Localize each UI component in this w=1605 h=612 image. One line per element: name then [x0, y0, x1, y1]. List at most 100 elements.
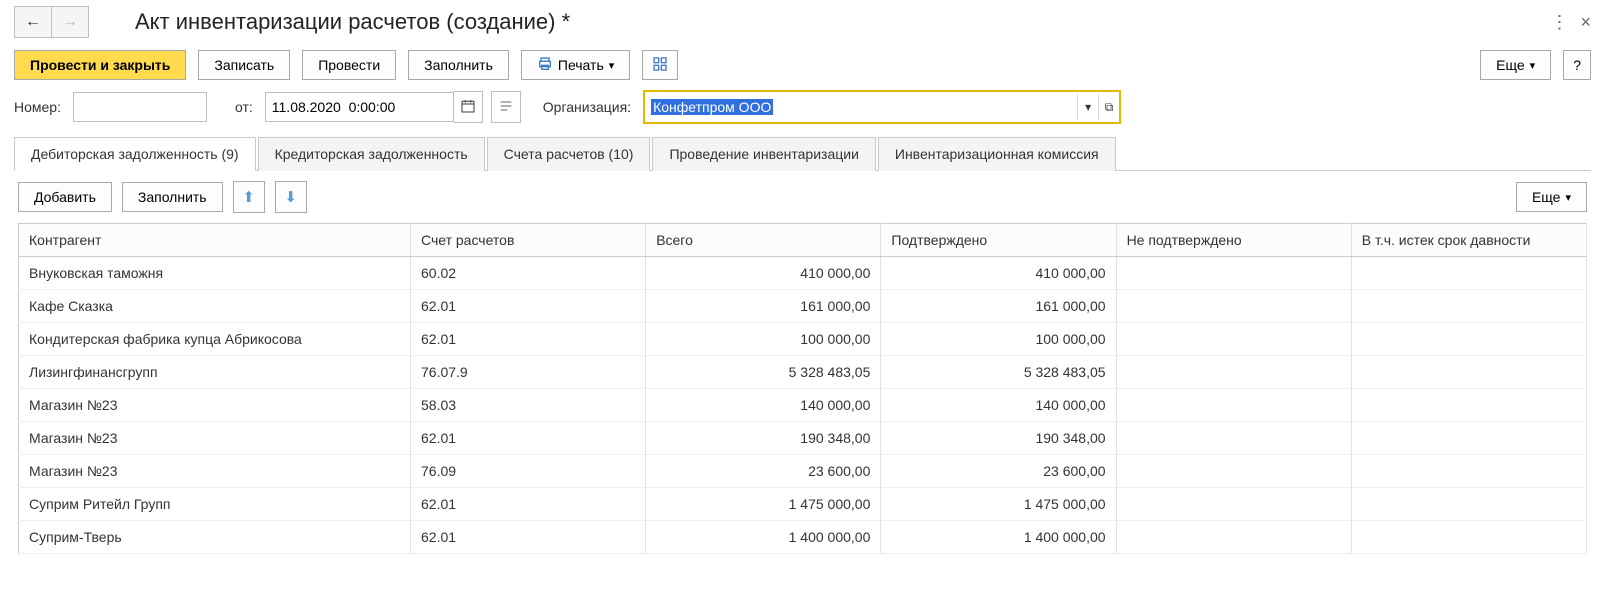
table-cell[interactable]: 161 000,00: [646, 290, 881, 323]
table-cell[interactable]: 1 400 000,00: [881, 521, 1116, 554]
table-cell[interactable]: [1351, 323, 1586, 356]
table-cell[interactable]: 161 000,00: [881, 290, 1116, 323]
table-cell[interactable]: [1116, 488, 1351, 521]
table-cell[interactable]: [1116, 356, 1351, 389]
table-cell[interactable]: [1116, 521, 1351, 554]
organization-input[interactable]: [645, 94, 1077, 120]
table-row[interactable]: Магазин №2362.01190 348,00190 348,00: [19, 422, 1587, 455]
structure-button[interactable]: [642, 50, 678, 80]
table-cell[interactable]: [1351, 422, 1586, 455]
tab-commission[interactable]: Инвентаризационная комиссия: [878, 137, 1116, 171]
table-row[interactable]: Внуковская таможня60.02410 000,00410 000…: [19, 257, 1587, 290]
table-cell[interactable]: [1351, 356, 1586, 389]
table-cell[interactable]: 23 600,00: [646, 455, 881, 488]
col-expired[interactable]: В т.ч. истек срок давности: [1351, 224, 1586, 257]
col-total[interactable]: Всего: [646, 224, 881, 257]
table-cell[interactable]: 140 000,00: [881, 389, 1116, 422]
table-cell[interactable]: 5 328 483,05: [881, 356, 1116, 389]
col-confirmed[interactable]: Подтверждено: [881, 224, 1116, 257]
number-input[interactable]: [73, 92, 207, 122]
back-button[interactable]: ←: [14, 6, 52, 38]
post-and-close-button[interactable]: Провести и закрыть: [14, 50, 186, 80]
table-cell[interactable]: Кондитерская фабрика купца Абрикосова: [19, 323, 411, 356]
post-button[interactable]: Провести: [302, 50, 396, 80]
table-cell[interactable]: Магазин №23: [19, 389, 411, 422]
table-row[interactable]: Суприм-Тверь62.011 400 000,001 400 000,0…: [19, 521, 1587, 554]
more-vertical-icon[interactable]: ⋮: [1550, 12, 1568, 33]
table-cell[interactable]: 1 475 000,00: [646, 488, 881, 521]
table-cell[interactable]: 62.01: [411, 488, 646, 521]
org-dropdown-button[interactable]: ▾: [1077, 94, 1098, 120]
tab-inventory-process[interactable]: Проведение инвентаризации: [652, 137, 875, 171]
table-cell[interactable]: 62.01: [411, 521, 646, 554]
table-cell[interactable]: [1116, 389, 1351, 422]
table-cell[interactable]: [1351, 455, 1586, 488]
table-cell[interactable]: [1116, 290, 1351, 323]
organization-field[interactable]: Конфетпром ООО ▾ ⧉: [643, 90, 1121, 124]
table-cell[interactable]: [1116, 257, 1351, 290]
add-row-button[interactable]: Добавить: [18, 182, 112, 212]
table-cell[interactable]: 76.09: [411, 455, 646, 488]
table-cell[interactable]: 62.01: [411, 323, 646, 356]
table-cell[interactable]: [1116, 422, 1351, 455]
tab-receivables[interactable]: Дебиторская задолженность (9): [14, 137, 256, 171]
table-cell[interactable]: 62.01: [411, 422, 646, 455]
table-cell[interactable]: [1351, 389, 1586, 422]
table-row[interactable]: Лизингфинансгрупп76.07.95 328 483,055 32…: [19, 356, 1587, 389]
table-row[interactable]: Кафе Сказка62.01161 000,00161 000,00: [19, 290, 1587, 323]
table-cell[interactable]: [1351, 521, 1586, 554]
table-cell[interactable]: Магазин №23: [19, 455, 411, 488]
table-cell[interactable]: 410 000,00: [881, 257, 1116, 290]
table-cell[interactable]: 140 000,00: [646, 389, 881, 422]
tab-payables[interactable]: Кредиторская задолженность: [258, 137, 485, 171]
col-unconfirmed[interactable]: Не подтверждено: [1116, 224, 1351, 257]
move-down-button[interactable]: ⬇: [275, 181, 307, 213]
table-cell[interactable]: [1116, 455, 1351, 488]
table-cell[interactable]: 62.01: [411, 290, 646, 323]
forward-button[interactable]: →: [52, 6, 89, 38]
table-cell[interactable]: 1 475 000,00: [881, 488, 1116, 521]
table-cell[interactable]: [1351, 290, 1586, 323]
table-cell[interactable]: 76.07.9: [411, 356, 646, 389]
chevron-down-icon: ▾: [1530, 59, 1536, 72]
table-cell[interactable]: Суприм Ритейл Групп: [19, 488, 411, 521]
fill-button[interactable]: Заполнить: [408, 50, 509, 80]
table-cell[interactable]: Внуковская таможня: [19, 257, 411, 290]
table-cell[interactable]: [1351, 257, 1586, 290]
table-row[interactable]: Магазин №2358.03140 000,00140 000,00: [19, 389, 1587, 422]
table-cell[interactable]: [1116, 323, 1351, 356]
col-account[interactable]: Счет расчетов: [411, 224, 646, 257]
table-cell[interactable]: 58.03: [411, 389, 646, 422]
table-cell[interactable]: 410 000,00: [646, 257, 881, 290]
tab-accounts[interactable]: Счета расчетов (10): [487, 137, 651, 171]
table-cell[interactable]: 190 348,00: [646, 422, 881, 455]
move-up-button[interactable]: ⬆: [233, 181, 265, 213]
table-row[interactable]: Магазин №2376.0923 600,0023 600,00: [19, 455, 1587, 488]
table-row[interactable]: Суприм Ритейл Групп62.011 475 000,001 47…: [19, 488, 1587, 521]
table-cell[interactable]: Лизингфинансгрупп: [19, 356, 411, 389]
table-cell[interactable]: Кафе Сказка: [19, 290, 411, 323]
table-cell[interactable]: 100 000,00: [881, 323, 1116, 356]
close-icon[interactable]: ×: [1580, 12, 1591, 33]
paragraph-button[interactable]: [491, 91, 521, 123]
table-cell[interactable]: 190 348,00: [881, 422, 1116, 455]
col-counterparty[interactable]: Контрагент: [19, 224, 411, 257]
table-cell[interactable]: 1 400 000,00: [646, 521, 881, 554]
print-button[interactable]: Печать ▾: [521, 50, 630, 80]
table-cell[interactable]: 100 000,00: [646, 323, 881, 356]
table-cell[interactable]: [1351, 488, 1586, 521]
save-button[interactable]: Записать: [198, 50, 290, 80]
tab-more-button[interactable]: Еще ▾: [1516, 182, 1587, 212]
table-cell[interactable]: Суприм-Тверь: [19, 521, 411, 554]
more-button[interactable]: Еще ▾: [1480, 50, 1551, 80]
calendar-button[interactable]: [454, 91, 483, 123]
org-open-button[interactable]: ⧉: [1098, 94, 1119, 120]
table-cell[interactable]: Магазин №23: [19, 422, 411, 455]
table-cell[interactable]: 23 600,00: [881, 455, 1116, 488]
table-row[interactable]: Кондитерская фабрика купца Абрикосова62.…: [19, 323, 1587, 356]
fill-rows-button[interactable]: Заполнить: [122, 182, 223, 212]
table-cell[interactable]: 60.02: [411, 257, 646, 290]
date-input[interactable]: [265, 92, 454, 122]
help-button[interactable]: ?: [1563, 50, 1591, 80]
table-cell[interactable]: 5 328 483,05: [646, 356, 881, 389]
